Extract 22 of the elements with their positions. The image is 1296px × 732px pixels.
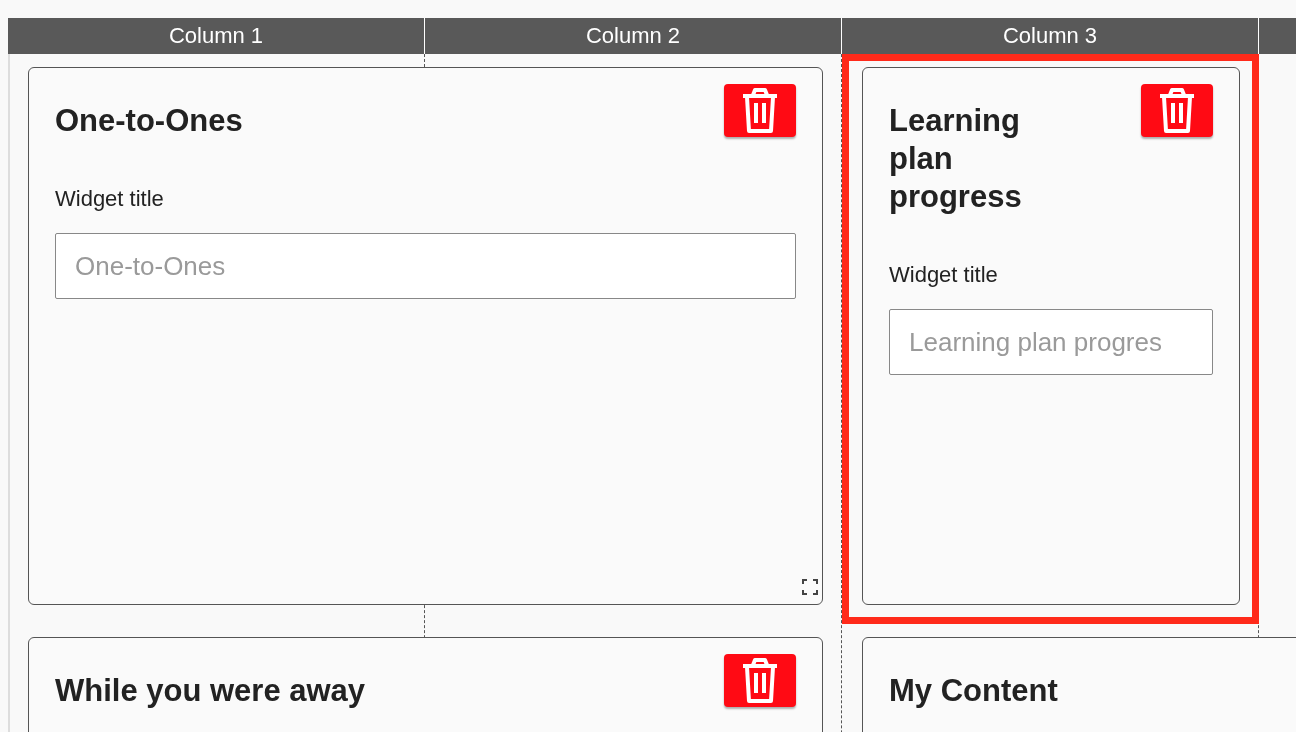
- column-header: Column 1: [8, 18, 425, 54]
- widget-heading: One-to-Ones: [55, 102, 243, 140]
- widget-card[interactable]: While you were away: [28, 637, 823, 732]
- widget-heading: My Content: [889, 672, 1058, 710]
- trash-icon: [740, 86, 780, 135]
- input-field[interactable]: Learning plan progres: [889, 309, 1213, 375]
- widget-card[interactable]: My Content: [862, 637, 1296, 732]
- widget-card[interactable]: Learning plan progress Widget title Learning plan progres: [862, 67, 1240, 605]
- input-field[interactable]: One-to-Ones: [55, 233, 796, 299]
- delete-button[interactable]: [724, 654, 796, 707]
- field-label: Widget title: [55, 186, 165, 212]
- trash-icon: [1157, 86, 1197, 135]
- delete-button[interactable]: [1141, 84, 1213, 137]
- widget-card[interactable]: One-to-Ones Widget title One-to-Ones: [28, 67, 823, 605]
- column-header: Column 2: [425, 18, 842, 54]
- trash-icon: [740, 656, 780, 705]
- widget-heading: While you were away: [55, 672, 366, 710]
- field-label: Widget title: [889, 262, 999, 288]
- column-header: Column 3: [842, 18, 1259, 54]
- widget-heading: Learning plan progress: [889, 102, 1023, 216]
- resize-icon[interactable]: [802, 579, 818, 595]
- delete-button[interactable]: [724, 84, 796, 137]
